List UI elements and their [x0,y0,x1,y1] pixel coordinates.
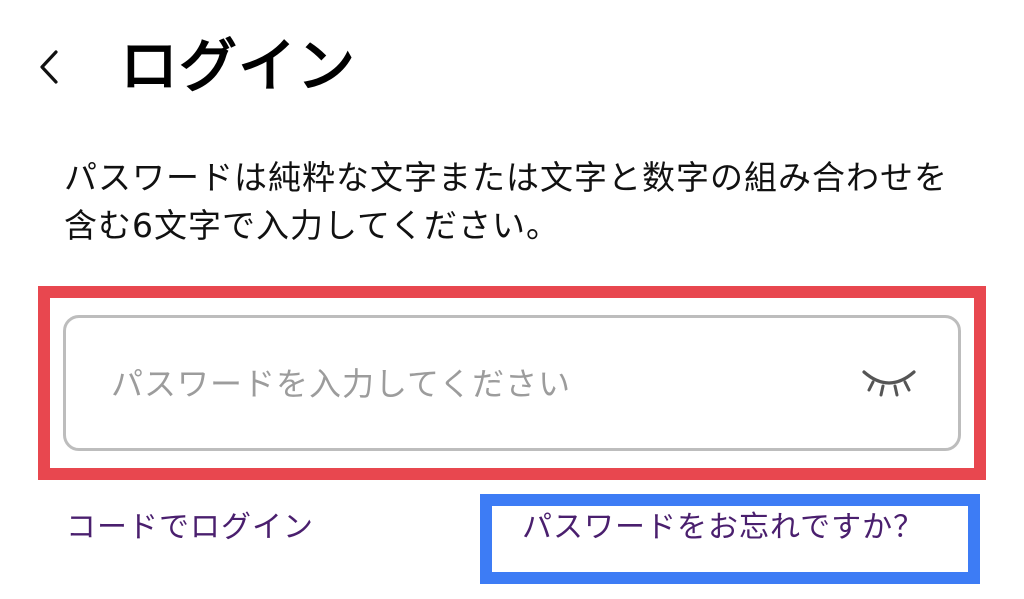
back-button[interactable] [28,40,72,94]
chevron-left-icon [28,40,72,94]
show-password-toggle[interactable] [860,362,918,402]
password-instructions: パスワードは純粋な文字または文字と数字の組み合わせを含む6文字で入力してください… [64,158,948,245]
forgot-password-link[interactable]: パスワードをお忘れですか？ [522,506,924,550]
password-placeholder: パスワードを入力してください [111,365,572,403]
eye-closed-icon [860,362,918,402]
password-input[interactable]: パスワードを入力してください [63,315,961,451]
login-screen: ログイン パスワードは純粋な文字または文字と数字の組み合わせを含む6文字で入力し… [0,0,1024,599]
page-title: ログイン [120,32,357,100]
code-login-link[interactable]: コードでログイン [66,506,314,550]
